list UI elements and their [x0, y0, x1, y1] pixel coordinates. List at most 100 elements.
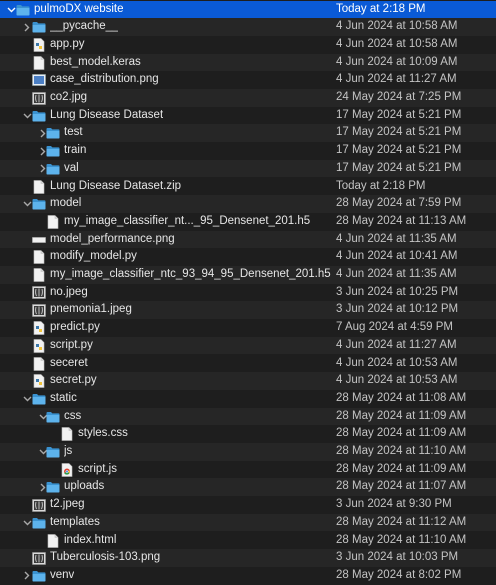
list-item[interactable]: best_model.keras 4 Jun 2024 at 10:09 AM	[0, 53, 496, 72]
item-date-modified: 28 May 2024 at 11:10 AM	[336, 445, 467, 457]
item-name: static	[50, 391, 77, 404]
item-date-modified: 3 Jun 2024 at 9:30 PM	[336, 498, 452, 511]
list-item[interactable]: Lung Disease Dataset 17 May 2024 at 5:21 …	[0, 107, 496, 125]
chevron-right-icon[interactable]	[22, 22, 32, 32]
item-date-modified: 24 May 2024 at 7:25 PM	[336, 91, 462, 103]
item-date-modified: 4 Jun 2024 at 10:41 AM	[336, 250, 458, 263]
item-date-modified: 17 May 2024 at 5:21 PM	[336, 161, 462, 174]
item-name: script.js	[78, 462, 117, 475]
item-date-modified: 7 Aug 2024 at 4:59 PM	[336, 321, 454, 334]
python-file-icon	[32, 38, 46, 52]
list-item[interactable]: app.py 4 Jun 2024 at 10:58 AM	[0, 36, 496, 54]
item-date-modified: 4 Jun 2024 at 11:27 AM	[336, 338, 457, 351]
folder-icon	[32, 197, 46, 211]
item-name: best_model.keras	[50, 55, 141, 68]
item-name: secret.py	[50, 374, 97, 387]
list-item[interactable]: seceret 4 Jun 2024 at 10:53 AM	[0, 355, 496, 373]
item-date-modified: 28 May 2024 at 11:09 AM	[336, 462, 467, 475]
list-item[interactable]: co2.jpg 24 May 2024 at 7:25 PM	[0, 89, 496, 107]
list-item[interactable]: uploads 28 May 2024 at 11:07 AM	[0, 478, 496, 497]
chevron-down-icon[interactable]	[22, 199, 32, 209]
folder-icon	[32, 569, 46, 583]
list-item[interactable]: js 28 May 2024 at 11:10 AM	[0, 443, 496, 461]
list-item[interactable]: styles.css 28 May 2024 at 11:09 AM	[0, 425, 496, 443]
list-item[interactable]: no.jpeg 3 Jun 2024 at 10:25 PM	[0, 284, 496, 302]
document-icon	[32, 250, 46, 265]
folder-icon	[32, 516, 46, 530]
item-date-modified: 28 May 2024 at 11:12 AM	[336, 515, 467, 528]
document-icon	[46, 533, 60, 548]
item-name: js	[64, 445, 73, 457]
list-item[interactable]: script.py 4 Jun 2024 at 11:27 AM	[0, 336, 496, 355]
folder-icon	[32, 392, 46, 406]
item-date-modified: 28 May 2024 at 7:59 PM	[336, 197, 462, 210]
item-date-modified: 17 May 2024 at 5:21 PM	[336, 126, 462, 139]
item-date-modified: 28 May 2024 at 11:08 AM	[336, 391, 467, 404]
list-item[interactable]: __pycache__ 4 Jun 2024 at 10:58 AM	[0, 18, 496, 36]
xray-image-icon	[32, 286, 46, 300]
item-date-modified: 4 Jun 2024 at 10:09 AM	[336, 55, 458, 68]
item-name: css	[64, 409, 82, 422]
list-item[interactable]: script.js 28 May 2024 at 11:09 AM	[0, 461, 496, 479]
image-icon	[32, 73, 46, 87]
document-icon	[60, 427, 74, 442]
item-name: train	[64, 144, 87, 157]
item-date-modified: 4 Jun 2024 at 10:53 AM	[336, 374, 458, 387]
item-date-modified: 4 Jun 2024 at 10:58 AM	[336, 20, 458, 33]
chevron-down-icon[interactable]	[22, 394, 32, 404]
list-item[interactable]: train 17 May 2024 at 5:21 PM	[0, 142, 496, 160]
chevron-down-icon[interactable]	[22, 111, 32, 121]
list-item[interactable]: secret.py 4 Jun 2024 at 10:53 AM	[0, 372, 496, 390]
item-date-modified: 4 Jun 2024 at 11:35 AM	[336, 268, 457, 280]
item-date-modified: 28 May 2024 at 11:10 AM	[336, 533, 467, 546]
item-name: model	[50, 197, 82, 210]
list-item[interactable]: templates 28 May 2024 at 11:12 AM	[0, 513, 496, 532]
item-date-modified: 3 Jun 2024 at 10:25 PM	[336, 285, 459, 298]
list-item[interactable]: static 28 May 2024 at 11:08 AM	[0, 390, 496, 408]
python-file-icon	[32, 374, 46, 388]
folder-icon	[16, 3, 30, 17]
item-name: seceret	[50, 356, 88, 369]
python-file-icon	[32, 338, 46, 353]
list-item[interactable]: my_image_classifier_ntc_93_94_95_Densene…	[0, 266, 496, 284]
xray-image-icon	[32, 551, 46, 565]
list-item[interactable]: modify_model.py 4 Jun 2024 at 10:41 AM	[0, 248, 496, 266]
item-name: script.py	[50, 338, 93, 351]
list-item[interactable]: t2.jpeg 3 Jun 2024 at 9:30 PM	[0, 496, 496, 514]
list-item[interactable]: Tuberculosis-103.png 3 Jun 2024 at 10:03 …	[0, 549, 496, 567]
list-item[interactable]: css 28 May 2024 at 11:09 AM	[0, 407, 496, 426]
item-name: predict.py	[50, 321, 100, 334]
item-name: test	[64, 126, 83, 139]
folder-icon	[32, 109, 46, 123]
list-item[interactable]: test 17 May 2024 at 5:21 PM	[0, 124, 496, 143]
xray-image-icon	[32, 91, 46, 105]
item-name: styles.css	[78, 427, 128, 440]
list-item[interactable]: predict.py 7 Aug 2024 at 4:59 PM	[0, 319, 496, 337]
document-icon	[32, 268, 46, 282]
document-icon	[32, 55, 46, 70]
item-name: t2.jpeg	[50, 498, 85, 511]
chevron-down-icon[interactable]	[22, 518, 32, 528]
chevron-right-icon[interactable]	[22, 571, 32, 581]
list-item[interactable]: pnemonia1.jpeg 3 Jun 2024 at 10:12 PM	[0, 301, 496, 320]
list-item[interactable]: val 17 May 2024 at 5:21 PM	[0, 159, 496, 178]
item-date-modified: 4 Jun 2024 at 10:58 AM	[336, 37, 458, 50]
list-item[interactable]: case_distribution.png 4 Jun 2024 at 11:27…	[0, 71, 496, 89]
item-date-modified: 28 May 2024 at 11:13 AM	[336, 214, 467, 227]
finder-list-view[interactable]: pulmoDX website Today at 2:18 PM __pycache…	[0, 0, 496, 585]
item-name: no.jpeg	[50, 285, 88, 298]
list-item[interactable]: model 28 May 2024 at 7:59 PM	[0, 195, 496, 213]
folder-icon	[46, 126, 60, 140]
chevron-down-icon[interactable]	[6, 5, 16, 15]
list-item[interactable]: my_image_classifier_nt..._95_Densenet_20…	[0, 213, 496, 231]
list-item[interactable]: Lung Disease Dataset.zip Today at 2:18 PM	[0, 178, 496, 196]
list-item[interactable]: model_performance.png 4 Jun 2024 at 11:35…	[0, 230, 496, 249]
list-item[interactable]: pulmoDX website Today at 2:18 PM	[0, 0, 496, 19]
item-name: pnemonia1.jpeg	[50, 303, 132, 316]
item-name: app.py	[50, 37, 85, 50]
list-item[interactable]: index.html 28 May 2024 at 11:10 AM	[0, 532, 496, 550]
chrome-icon	[60, 462, 74, 477]
list-item[interactable]: venv 28 May 2024 at 8:02 PM	[0, 567, 496, 585]
item-name: my_image_classifier_ntc_93_94_95_Densene…	[50, 268, 331, 280]
item-name: index.html	[64, 533, 117, 546]
